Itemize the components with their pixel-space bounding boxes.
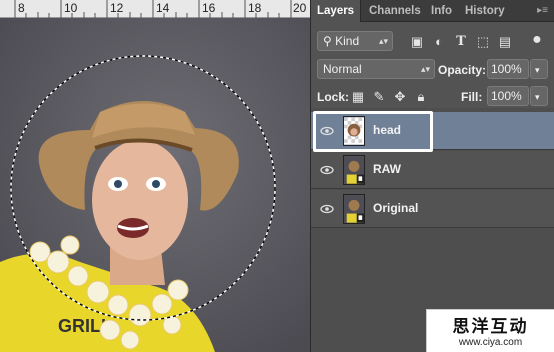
panel-menu-icon[interactable]: ▸≡ xyxy=(537,5,548,16)
lock-image-pixels-icon[interactable]: ✎ xyxy=(371,90,387,104)
ruler-label: 8 xyxy=(18,1,25,15)
ruler-label: 14 xyxy=(156,1,170,15)
ruler-label: 10 xyxy=(64,1,78,15)
tab-layers[interactable]: Layers xyxy=(311,0,362,22)
photo-man-with-straw-hat: GRILL xyxy=(0,18,310,352)
lock-transparent-pixels-icon[interactable]: ▦ xyxy=(350,90,366,104)
opacity-label: Opacity: xyxy=(438,63,487,77)
fill-dropdown-button[interactable]: ▾ xyxy=(530,86,548,106)
fill-field[interactable]: 100% xyxy=(487,86,529,106)
layer-thumbnail-raw xyxy=(343,155,365,185)
layers-panel: Layers Channels Info History ▸≡ ⚲ Kind ▴… xyxy=(310,0,554,352)
watermark-url: www.ciya.com xyxy=(458,337,523,348)
filter-kind-dropdown[interactable]: ⚲ Kind ▴▾ xyxy=(317,31,393,51)
opacity-dropdown-button[interactable]: ▾ xyxy=(530,59,548,79)
type-filter-icon[interactable]: T xyxy=(453,35,469,49)
dropdown-arrow-icon: ▾ xyxy=(535,65,540,75)
adjustment-filter-icon[interactable]: ◐ xyxy=(431,35,447,49)
blend-mode-dropdown[interactable]: Normal ▴▾ xyxy=(317,59,435,79)
layer-row-original[interactable]: Original xyxy=(311,190,554,228)
ruler-label: 18 xyxy=(248,1,262,15)
layer-row-raw[interactable]: RAW xyxy=(311,151,554,189)
dropdown-arrow-icon: ▴▾ xyxy=(420,64,430,74)
opacity-field[interactable]: 100% xyxy=(487,59,529,79)
fill-label: Fill: xyxy=(461,90,483,104)
filter-kind-label: Kind xyxy=(335,34,360,48)
lock-position-icon[interactable]: ✥ xyxy=(392,90,408,104)
layer-highlight-frame xyxy=(313,111,433,152)
tab-channels[interactable]: Channels xyxy=(363,0,427,22)
ruler-ticks xyxy=(14,0,292,18)
layer-thumbnail-original xyxy=(343,194,365,224)
tab-history[interactable]: History xyxy=(459,0,511,22)
horizontal-ruler: 8 10 12 14 16 18 20 xyxy=(0,0,310,18)
ruler-label: 20 xyxy=(293,1,307,15)
layer-filter-row: ⚲ Kind ▴▾ ▣ ◐ T ⬚ ▤ ● xyxy=(311,22,554,56)
smart-object-filter-icon[interactable]: ▤ xyxy=(497,35,513,49)
tab-info[interactable]: Info xyxy=(425,0,458,22)
lock-all-icon[interactable]: 🔒︎ xyxy=(413,90,429,104)
watermark-text: 思洋互动 xyxy=(452,317,529,337)
filter-toggle-icon[interactable]: ● xyxy=(529,32,545,48)
dropdown-arrow-icon: ▾ xyxy=(535,92,540,102)
ruler-label: 16 xyxy=(202,1,216,15)
panel-tab-bar: Layers Channels Info History ▸≡ xyxy=(311,0,554,22)
blend-row: Normal ▴▾ Opacity: 100% ▾ xyxy=(311,56,554,84)
opacity-value: 100% xyxy=(491,62,522,76)
shape-filter-icon[interactable]: ⬚ xyxy=(475,35,491,49)
eye-visibility-icon[interactable] xyxy=(319,162,335,178)
lock-row: Lock: ▦ ✎ ✥ 🔒︎ Fill: 100% ▾ xyxy=(311,84,554,108)
watermark: 思洋互动 www.ciya.com xyxy=(426,309,554,352)
layer-name: Original xyxy=(373,201,419,215)
fill-value: 100% xyxy=(491,89,522,103)
ruler-label: 12 xyxy=(110,1,124,15)
document-canvas[interactable]: 8 10 12 14 16 18 20 GRILL xyxy=(0,0,310,352)
search-icon: ⚲ xyxy=(323,34,332,48)
dropdown-arrow-icon: ▴▾ xyxy=(378,36,388,46)
layer-name: RAW xyxy=(373,162,401,176)
blend-mode-label: Normal xyxy=(323,62,362,76)
lock-label: Lock: xyxy=(317,90,350,104)
eye-visibility-icon[interactable] xyxy=(319,201,335,217)
pixel-filter-icon[interactable]: ▣ xyxy=(409,35,425,49)
